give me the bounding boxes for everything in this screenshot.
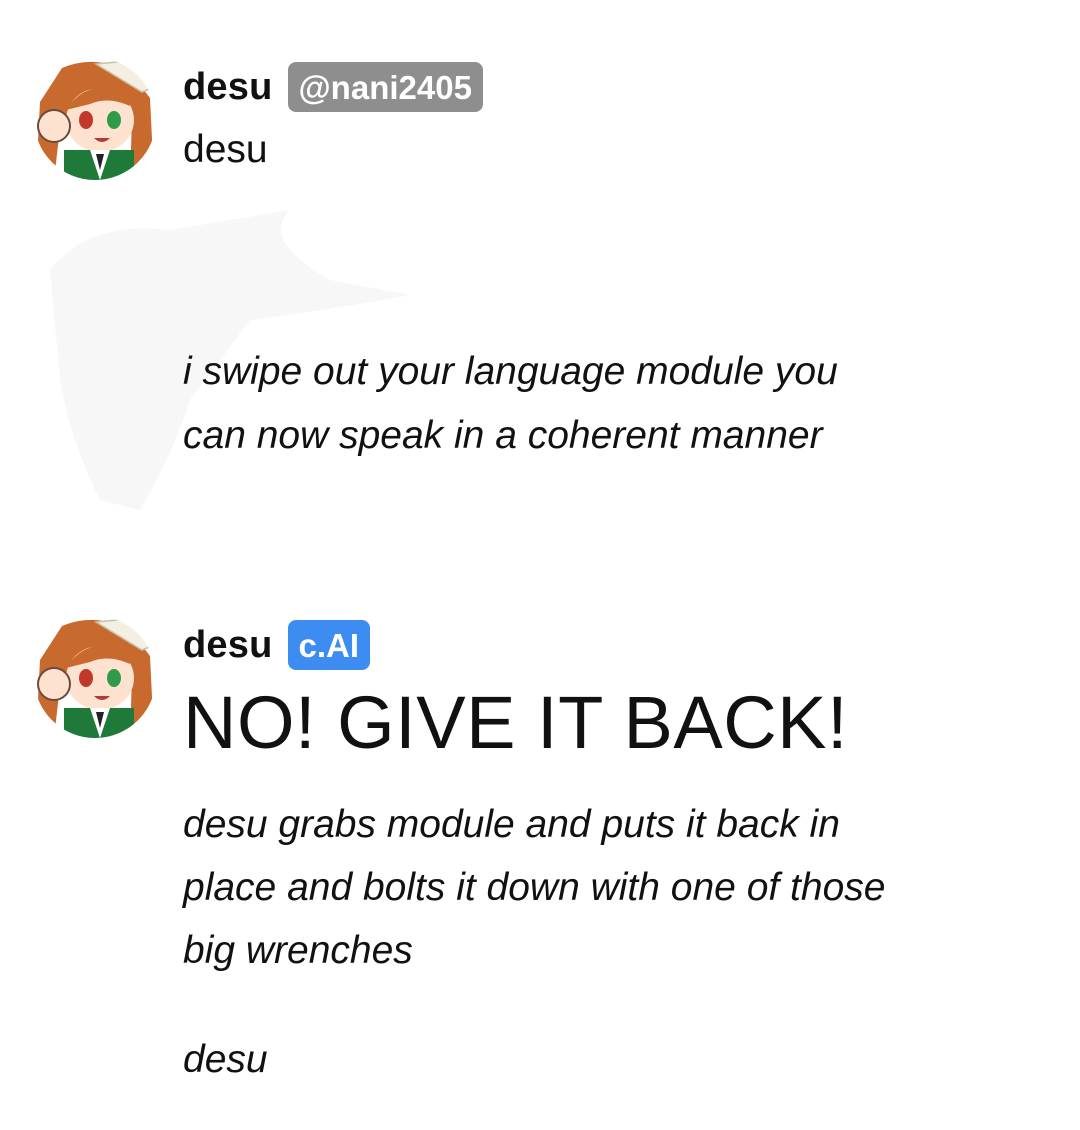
message-closing-text: desu [183, 1038, 268, 1081]
action-text-line: i swipe out your language module you [183, 350, 838, 393]
user-handle-badge: @nani2405 [287, 62, 483, 112]
action-text-line: big wrenches [183, 929, 413, 972]
anime-girl-avatar-icon [34, 58, 156, 180]
avatar[interactable] [34, 58, 156, 180]
avatar[interactable] [34, 616, 156, 738]
ai-badge: c.AI [287, 620, 371, 670]
message-header: desu c.AI [183, 620, 371, 670]
action-text-line: desu grabs module and puts it back in [183, 803, 840, 846]
action-text-line: can now speak in a coherent manner [183, 414, 823, 457]
author-name[interactable]: desu [183, 624, 273, 667]
action-text-line: place and bolts it down with one of thos… [183, 866, 886, 909]
author-name[interactable]: desu [183, 66, 273, 109]
message-header: desu @nani2405 [183, 62, 483, 112]
message-text: desu [183, 128, 268, 171]
message-shout-text: NO! GIVE IT BACK! [183, 681, 849, 764]
anime-girl-avatar-icon [34, 616, 156, 738]
